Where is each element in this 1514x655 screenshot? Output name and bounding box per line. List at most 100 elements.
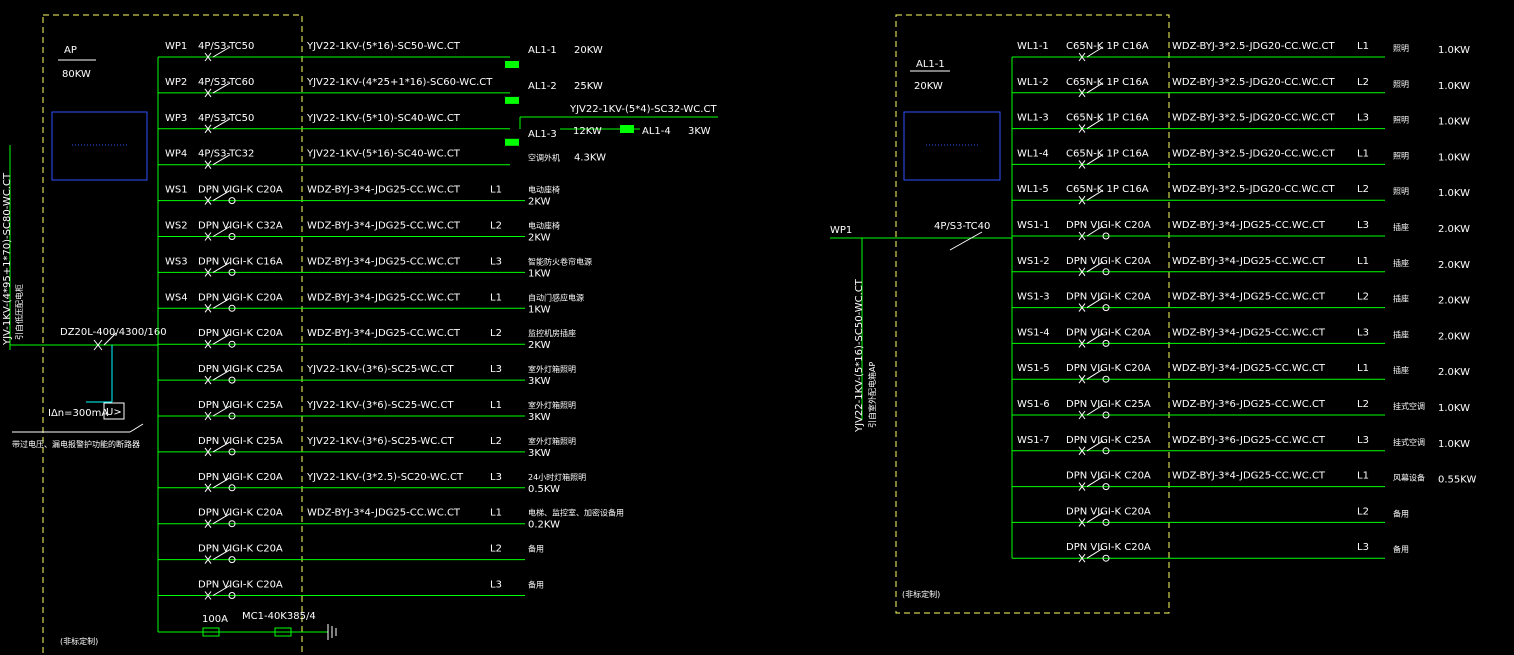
circuit-power: 3KW (528, 412, 551, 423)
circuit-breaker: DPN VIGI-K C20A (198, 580, 283, 591)
circuit-id: WL1-2 (1017, 77, 1049, 88)
circuit-phase: L3 (1357, 327, 1369, 338)
circuit-breaker: DPN VIGI-K C20A (198, 185, 283, 196)
circuit-cable: WDZ-BYJ-3*4-JDG25-CC.WC.CT (1172, 220, 1326, 231)
circuit-id: WS2 (165, 221, 188, 232)
circuit-cable: WDZ-BYJ-3*4-JDG25-CC.WC.CT (307, 292, 461, 303)
circuit-power: 1.0KW (1438, 439, 1470, 450)
circuit-breaker: DPN VIGI-K C20A (198, 544, 283, 555)
circuit-cable: WDZ-BYJ-3*4-JDG25-CC.WC.CT (307, 508, 461, 519)
left-circuit-row: DPN VIGI-K C25A YJV22-1KV-(3*6)-SC25-WC.C… (158, 364, 576, 387)
right-circuit-row: DPN VIGI-K C20A WDZ-BYJ-3*4-JDG25-CC.WC.C… (1012, 471, 1476, 491)
circuit-id: WS1-5 (1017, 363, 1050, 374)
circuit-power: 2.0KW (1438, 224, 1470, 235)
left-incoming-cable: YJV-1KV-(4*95+1*70)-SC80-WC.CT (2, 172, 13, 346)
circuit-phase: L3 (490, 364, 502, 375)
circuit-cable: WDZ-BYJ-3*4-JDG25-CC.WC.CT (1172, 292, 1326, 303)
right-panel-meter-box (903, 111, 1001, 181)
circuit-phase: L2 (1357, 77, 1369, 88)
circuit-phase: L3 (1357, 542, 1369, 553)
circuit-breaker: DPN VIGI-K C20A (198, 292, 283, 303)
circuit-load: 智能防火卷帘电源 (528, 256, 592, 266)
circuit-power: 1KW (528, 304, 551, 315)
circuit-load: 照明 (1393, 44, 1409, 53)
circuit-id: WP1 (165, 41, 187, 52)
circuit-phase: L1 (490, 292, 502, 303)
circuit-power: 2KW (528, 233, 551, 244)
left-circuit-row: WP1 4P/S3-TC50 YJV22-1KV-(5*16)-SC50-WC.CT… (158, 41, 603, 68)
circuit-id: WS3 (165, 256, 188, 267)
left-footer: (非标定制) (60, 636, 98, 646)
left-circuit-row: WS3 DPN VIGI-K C16A WDZ-BYJ-3*4-JDG25-CC.W… (158, 256, 592, 279)
right-incoming-note: 引自室外配电箱AP (867, 362, 877, 428)
circuit-breaker: DPN VIGI-K C20A (1066, 542, 1151, 553)
circuit-id: WP3 (165, 113, 187, 124)
circuit-breaker: DPN VIGI-K C25A (198, 436, 283, 447)
circuit-cable: WDZ-BYJ-3*6-JDG25-CC.WC.CT (1172, 435, 1326, 446)
circuit-phase: L3 (490, 472, 502, 483)
branch-power-a: 12KW (573, 126, 602, 137)
circuit-phase: L1 (1357, 363, 1369, 374)
circuit-cable: WDZ-BYJ-3*2.5-JDG20-CC.WC.CT (1172, 184, 1335, 195)
right-circuit-row: WS1-1 DPN VIGI-K C20A WDZ-BYJ-3*4-JDG25-CC… (1012, 220, 1470, 241)
circuit-phase: L3 (490, 256, 502, 267)
circuit-breaker: DPN VIGI-K C20A (1066, 471, 1151, 482)
circuit-cable: YJV22-1KV-(5*10)-SC40-WC.CT (306, 113, 461, 124)
circuit-phase: L2 (1357, 506, 1369, 517)
circuit-id: WS1 (165, 185, 188, 196)
spd-breaker: 100A (202, 614, 228, 625)
left-circuit-row: DPN VIGI-K C20A L2 备用 (158, 544, 544, 564)
circuit-power: 2.0KW (1438, 260, 1470, 271)
circuit-load: 备用 (528, 580, 544, 590)
right-circuit-rows: WL1-1 C65N-K 1P C16A WDZ-BYJ-3*2.5-JDG20-C… (1012, 41, 1476, 563)
left-circuit-row: DPN VIGI-K C20A WDZ-BYJ-3*4-JDG25-CC.WC.C… (158, 328, 576, 351)
circuit-power: 2KW (528, 340, 551, 351)
right-circuit-row: DPN VIGI-K C20A L3 备用 (1012, 542, 1409, 563)
leakage-current: IΔn=300mA (48, 408, 108, 419)
circuit-breaker: DPN VIGI-K C20A (198, 472, 283, 483)
right-footer: (非标定制) (902, 589, 940, 599)
circuit-cable: WDZ-BYJ-3*4-JDG25-CC.WC.CT (1172, 363, 1326, 374)
circuit-power: 1.0KW (1438, 403, 1470, 414)
left-main-breaker: DZ20L-400/4300/160 (60, 327, 167, 338)
circuit-cable: WDZ-BYJ-3*4-JDG25-CC.WC.CT (307, 221, 461, 232)
left-incoming-note: 引自低压配电柜 (14, 284, 24, 340)
circuit-cable: YJV22-1KV-(5*16)-SC50-WC.CT (306, 41, 461, 52)
circuit-power: 4.3KW (574, 153, 606, 164)
circuit-load: 备用 (1393, 508, 1409, 518)
circuit-load: 室外灯箱照明 (528, 400, 576, 410)
circuit-id: WS1-6 (1017, 399, 1050, 410)
circuit-phase: L3 (490, 580, 502, 591)
circuit-cable: WDZ-BYJ-3*4-JDG25-CC.WC.CT (1172, 471, 1326, 482)
circuit-power: 1.0KW (1438, 117, 1470, 128)
right-incoming-id: WP1 (830, 225, 852, 236)
right-main-breaker: 4P/S3-TC40 (934, 221, 990, 232)
circuit-phase: L1 (490, 508, 502, 519)
left-circuit-rows: WP1 4P/S3-TC50 YJV22-1KV-(5*16)-SC50-WC.CT… (158, 41, 624, 600)
circuit-breaker: C65N-K 1P C16A (1066, 184, 1149, 195)
left-circuit-row: WS2 DPN VIGI-K C32A WDZ-BYJ-3*4-JDG25-CC.W… (158, 221, 560, 244)
circuit-breaker: 4P/S3-TC50 (198, 113, 254, 124)
right-circuit-row: WL1-3 C65N-K 1P C16A WDZ-BYJ-3*2.5-JDG20-C… (1012, 113, 1470, 133)
right-circuit-row: WL1-2 C65N-K 1P C16A WDZ-BYJ-3*2.5-JDG20-C… (1012, 77, 1470, 98)
circuit-load: 电动座椅 (528, 221, 560, 231)
left-panel-power: 80KW (62, 69, 91, 80)
circuit-cable: WDZ-BYJ-3*4-JDG25-CC.WC.CT (307, 256, 461, 267)
circuit-power: 1.0KW (1438, 152, 1470, 163)
right-circuit-row: DPN VIGI-K C20A L2 备用 (1012, 506, 1409, 527)
leakage-leader-2 (129, 423, 144, 433)
circuit-phase: L2 (1357, 184, 1369, 195)
circuit-load: 备用 (528, 544, 544, 554)
circuit-load: 插座 (1393, 329, 1409, 339)
circuit-power: 2.0KW (1438, 331, 1470, 342)
leakage-box-text: U> (106, 407, 122, 418)
circuit-power: 0.55KW (1438, 475, 1476, 486)
left-circuit-row: DPN VIGI-K C20A WDZ-BYJ-3*4-JDG25-CC.WC.C… (158, 508, 624, 531)
load-marker (505, 61, 519, 68)
circuit-breaker: C65N-K 1P C16A (1066, 113, 1149, 124)
circuit-load: 插座 (1393, 294, 1409, 304)
left-circuit-row: DPN VIGI-K C20A L3 备用 (158, 580, 544, 600)
branch-cable: YJV22-1KV-(5*4)-SC32-WC.CT (569, 104, 717, 115)
circuit-power: 25KW (574, 81, 603, 92)
load-marker (505, 138, 519, 146)
